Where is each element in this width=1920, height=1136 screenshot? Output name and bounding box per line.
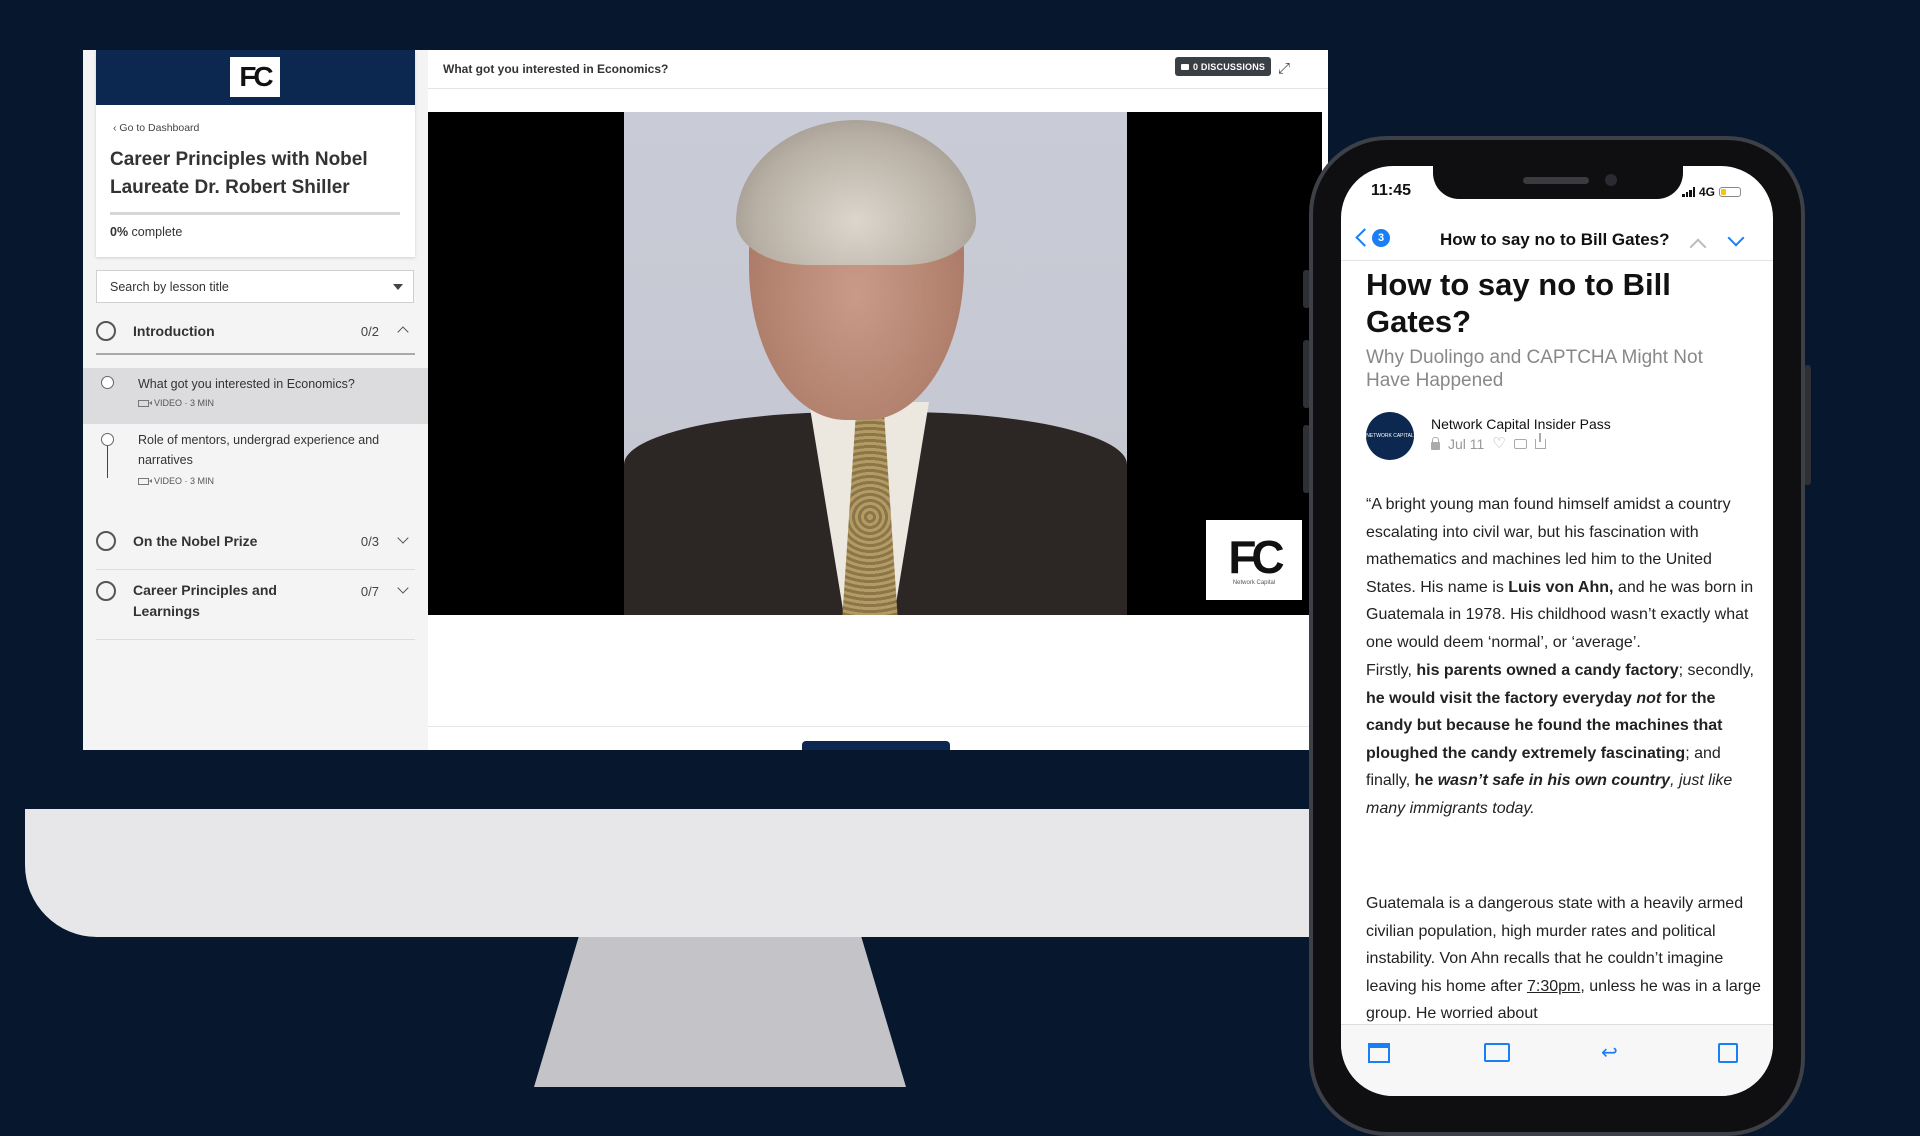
- lesson-item-economics[interactable]: What got you interested in Economics? VI…: [83, 368, 428, 424]
- go-to-dashboard-label: Go to Dashboard: [119, 122, 200, 134]
- section-career-principles[interactable]: Career Principles and Learnings 0/7: [96, 570, 415, 640]
- reply-icon[interactable]: ↩: [1601, 1043, 1625, 1063]
- course-header: FC: [96, 50, 415, 105]
- section-nobel-prize[interactable]: On the Nobel Prize 0/3: [96, 520, 415, 570]
- video-watermark: FC Network Capital: [1206, 520, 1302, 600]
- section-name: On the Nobel Prize: [133, 533, 258, 549]
- chat-bubble-icon: [1181, 63, 1189, 70]
- article-paragraph-1: “A bright young man found himself amidst…: [1366, 496, 1754, 651]
- lesson-meta: VIDEO · 3 MIN: [138, 476, 214, 486]
- video-camera-icon: [138, 477, 152, 485]
- current-lesson-title: What got you interested in Economics?: [443, 62, 669, 76]
- heart-icon[interactable]: ♡: [1492, 436, 1505, 451]
- discussions-button[interactable]: 0 DISCUSSIONS: [1175, 57, 1272, 76]
- section-status-circle-icon: [96, 581, 116, 601]
- phone-notch: [1433, 166, 1683, 199]
- section-count: 0/7: [360, 584, 379, 599]
- section-name: Introduction: [133, 323, 215, 339]
- section-count: 0/2: [360, 324, 379, 339]
- article-paragraph-3: Guatemala is a dangerous state with a he…: [1366, 895, 1761, 1022]
- author-name[interactable]: Network Capital Insider Pass: [1431, 416, 1611, 432]
- section-count: 0/3: [360, 534, 379, 549]
- chevron-down-icon[interactable]: [397, 532, 409, 544]
- phone-speaker: [1523, 177, 1589, 184]
- monitor-bezel: [25, 809, 1395, 937]
- chevron-down-icon[interactable]: [397, 582, 409, 594]
- network-type: 4G: [1699, 185, 1716, 199]
- article-title: How to say no to Bill Gates?: [1366, 267, 1671, 339]
- watermark-caption: Network Capital: [1232, 580, 1276, 586]
- back-chevron-icon[interactable]: [1355, 228, 1374, 247]
- phone-screen: 11:45 4G 3 How to say no to Bill Gates? …: [1341, 166, 1773, 1096]
- video-camera-icon: [138, 399, 152, 407]
- lesson-search-select[interactable]: Search by lesson title: [96, 270, 414, 303]
- progress-bar: [110, 212, 400, 215]
- phone-camera: [1605, 174, 1617, 186]
- chevron-up-icon[interactable]: [397, 326, 409, 338]
- lesson-item-mentors[interactable]: Role of mentors, undergrad experience an…: [83, 424, 428, 504]
- mail-toolbar: ↩: [1341, 1024, 1773, 1096]
- watermark-logo: FC: [1228, 531, 1284, 583]
- battery-icon: [1719, 187, 1742, 197]
- article-paragraph-2: Firstly, his parents owned a candy facto…: [1366, 662, 1754, 817]
- section-name: Career Principles and Learnings: [133, 582, 277, 619]
- speaker-hair: [736, 120, 976, 265]
- progress-value: 0%: [110, 225, 129, 239]
- share-icon[interactable]: [1534, 433, 1546, 449]
- lesson-title: Role of mentors, undergrad experience an…: [138, 433, 380, 467]
- signal-icon: [1682, 187, 1695, 197]
- section-status-circle-icon: [96, 531, 116, 551]
- status-indicators: 4G: [1682, 185, 1742, 199]
- section-status-circle-icon: [96, 321, 116, 341]
- lesson-meta: VIDEO · 3 MIN: [138, 398, 214, 408]
- go-to-dashboard-link[interactable]: ‹ Go to Dashboard: [113, 122, 199, 134]
- lesson-status-circle-icon: [101, 433, 114, 446]
- author-avatar[interactable]: NETWORK CAPITAL: [1366, 412, 1414, 460]
- lesson-search-placeholder: Search by lesson title: [110, 280, 229, 294]
- lesson-meta-text: VIDEO · 3 MIN: [154, 476, 215, 486]
- lesson-meta-text: VIDEO · 3 MIN: [154, 398, 215, 408]
- lock-icon: [1431, 437, 1440, 450]
- course-card: FC ‹ Go to Dashboard Career Principles w…: [96, 50, 415, 257]
- discussions-label: 0 DISCUSSIONS: [1193, 61, 1266, 72]
- folder-icon[interactable]: [1484, 1043, 1510, 1062]
- lesson-topbar: What got you interested in Economics? 0 …: [428, 50, 1328, 89]
- chevron-down-icon[interactable]: [1727, 229, 1745, 247]
- progress-label: 0% complete: [110, 225, 182, 239]
- bottom-tab-indicator[interactable]: [802, 741, 950, 750]
- author-avatar-text: NETWORK CAPITAL: [1366, 433, 1414, 439]
- content-divider: [428, 726, 1328, 727]
- chevron-up-icon[interactable]: [1689, 238, 1707, 256]
- course-title: Career Principles with Nobel Laureate Dr…: [110, 149, 368, 198]
- article-date: Jul 11: [1448, 436, 1485, 452]
- unread-badge[interactable]: 3: [1372, 229, 1390, 247]
- status-time: 11:45: [1371, 182, 1412, 199]
- monitor-stand: [534, 937, 906, 1087]
- expand-icon[interactable]: ⤢: [1278, 61, 1294, 77]
- progress-suffix: complete: [128, 225, 183, 239]
- comment-icon[interactable]: [1513, 439, 1527, 449]
- course-sidebar: FC ‹ Go to Dashboard Career Principles w…: [83, 50, 428, 750]
- mail-nav-bar: 3 How to say no to Bill Gates?: [1341, 216, 1773, 261]
- lesson-status-circle-icon: [101, 376, 114, 389]
- brand-logo[interactable]: FC: [230, 57, 280, 97]
- monitor-screen: FC ‹ Go to Dashboard Career Principles w…: [83, 50, 1328, 750]
- video-player[interactable]: [428, 112, 1322, 615]
- mail-subject-title: How to say no to Bill Gates?: [1440, 230, 1670, 249]
- brand-logo-text: FC: [239, 61, 273, 92]
- archive-icon[interactable]: [1368, 1043, 1390, 1063]
- chevron-left-icon: ‹: [113, 122, 117, 134]
- compose-icon[interactable]: [1718, 1043, 1738, 1063]
- phone-side-button: [1804, 365, 1811, 485]
- caret-down-icon: [393, 284, 403, 290]
- video-frame: [624, 112, 1127, 615]
- section-introduction[interactable]: Introduction 0/2: [96, 312, 415, 355]
- article-meta: Jul 11 ♡: [1431, 433, 1546, 452]
- lesson-title: What got you interested in Economics?: [138, 377, 355, 391]
- article-subtitle: Why Duolingo and CAPTCHA Might Not Have …: [1366, 347, 1703, 391]
